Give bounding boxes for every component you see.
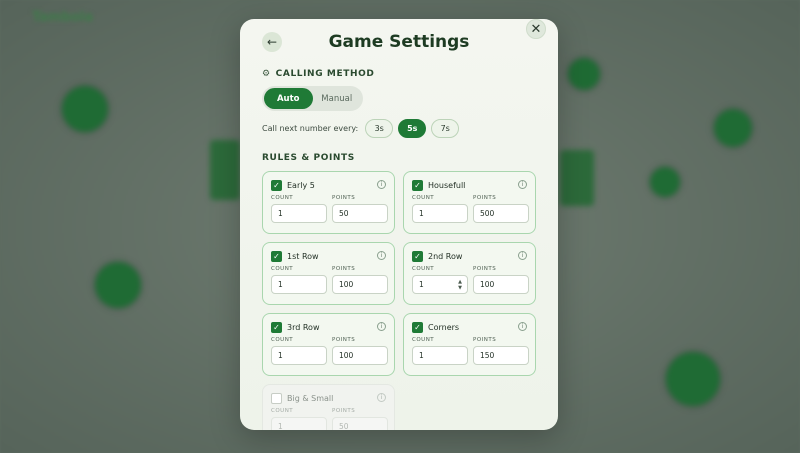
rule-card-2nd-row: ✓ 2nd Row i COUNT 1 ▲ ▼ POINTS 100 <box>403 242 536 305</box>
rule-name: 3rd Row <box>287 322 320 332</box>
rule-card-1st-row: ✓ 1st Row i COUNT 1 POINTS 100 <box>262 242 395 305</box>
count-input[interactable]: 1 ▲ ▼ <box>412 275 468 294</box>
background-ball <box>568 58 600 90</box>
points-input[interactable]: 100 <box>332 275 388 294</box>
background-ball <box>95 262 141 308</box>
rule-checkbox[interactable]: ✓ <box>412 250 423 262</box>
rule-card-early-5: ✓ Early 5 i COUNT 1 POINTS 50 <box>262 171 395 234</box>
rule-name: Big & Small <box>287 393 334 403</box>
points-label: POINTS <box>332 408 356 414</box>
background-ball <box>62 86 108 132</box>
points-label: POINTS <box>332 266 356 272</box>
calling-mode-toggle: Auto Manual <box>262 86 363 111</box>
check-icon: ✓ <box>414 322 421 332</box>
interval-3s-button[interactable]: 3s <box>365 119 394 138</box>
rule-checkbox[interactable]: ✓ <box>412 321 423 333</box>
count-label: COUNT <box>271 266 294 272</box>
background-ball <box>714 109 752 147</box>
background-letter-shape <box>210 140 240 200</box>
rule-checkbox[interactable]: ✓ <box>271 250 282 262</box>
stepper-icon[interactable]: ▲ ▼ <box>458 279 462 291</box>
rule-name: Corners <box>428 322 460 332</box>
points-input[interactable]: 100 <box>473 275 529 294</box>
rule-card-big-small: Big & Small i COUNT 1 POINTS 50 <box>262 384 395 430</box>
count-input[interactable]: 1 <box>271 275 327 294</box>
points-label: POINTS <box>473 195 497 201</box>
interval-7s-button[interactable]: 7s <box>431 119 460 138</box>
rules-points-label: RULES & POINTS <box>262 153 355 163</box>
info-icon[interactable]: i <box>377 393 386 402</box>
points-label: POINTS <box>473 337 497 343</box>
rule-checkbox[interactable]: ✓ <box>412 179 423 191</box>
count-input[interactable]: 1 <box>412 204 468 223</box>
mode-auto-button[interactable]: Auto <box>264 88 313 109</box>
count-input[interactable]: 1 <box>271 417 327 430</box>
check-icon: ✓ <box>273 251 280 261</box>
sliders-icon: ⚙ <box>262 69 271 79</box>
check-icon: ✓ <box>414 251 421 261</box>
count-input[interactable]: 1 <box>271 346 327 365</box>
points-input[interactable]: 50 <box>332 417 388 430</box>
interval-row: Call next number every: 3s 5s 7s <box>262 119 460 138</box>
rule-card-housefull: ✓ Housefull i COUNT 1 POINTS 500 <box>403 171 536 234</box>
count-label: COUNT <box>271 195 294 201</box>
points-input[interactable]: 150 <box>473 346 529 365</box>
count-label: COUNT <box>412 195 435 201</box>
info-icon[interactable]: i <box>377 251 386 260</box>
rule-name: Housefull <box>428 180 466 190</box>
points-input[interactable]: 500 <box>473 204 529 223</box>
background-logo: Tambola <box>32 10 93 25</box>
rule-card-3rd-row: ✓ 3rd Row i COUNT 1 POINTS 100 <box>262 313 395 376</box>
count-label: COUNT <box>271 337 294 343</box>
count-input[interactable]: 1 <box>271 204 327 223</box>
count-label: COUNT <box>412 266 435 272</box>
info-icon[interactable]: i <box>518 322 527 331</box>
rule-checkbox[interactable]: ✓ <box>271 179 282 191</box>
interval-5s-button[interactable]: 5s <box>398 119 427 138</box>
points-label: POINTS <box>473 266 497 272</box>
calling-method-label: ⚙ CALLING METHOD <box>262 69 375 79</box>
rule-name: 1st Row <box>287 251 319 261</box>
background-ball <box>666 352 720 406</box>
rule-name: Early 5 <box>287 180 315 190</box>
settings-modal: ✕ ← Game Settings ⚙ CALLING METHOD Auto … <box>240 19 558 430</box>
count-label: COUNT <box>271 408 294 414</box>
rule-card-corners: ✓ Corners i COUNT 1 POINTS 150 <box>403 313 536 376</box>
count-input[interactable]: 1 <box>412 346 468 365</box>
modal-title: Game Settings <box>328 32 470 52</box>
check-icon: ✓ <box>273 180 280 190</box>
interval-label: Call next number every: <box>262 124 359 133</box>
info-icon[interactable]: i <box>518 251 527 260</box>
points-label: POINTS <box>332 337 356 343</box>
count-label: COUNT <box>412 337 435 343</box>
points-input[interactable]: 50 <box>332 204 388 223</box>
mode-manual-button[interactable]: Manual <box>313 88 362 109</box>
info-icon[interactable]: i <box>377 322 386 331</box>
points-label: POINTS <box>332 195 356 201</box>
check-icon: ✓ <box>414 180 421 190</box>
info-icon[interactable]: i <box>518 180 527 189</box>
points-input[interactable]: 100 <box>332 346 388 365</box>
rule-name: 2nd Row <box>428 251 463 261</box>
background-ball <box>650 167 680 197</box>
rules-grid: ✓ Early 5 i COUNT 1 POINTS 50 ✓ Houseful… <box>262 171 536 430</box>
background-letter-shape <box>560 150 594 206</box>
check-icon: ✓ <box>273 322 280 332</box>
rule-checkbox[interactable]: ✓ <box>271 321 282 333</box>
rule-checkbox[interactable] <box>271 392 282 404</box>
info-icon[interactable]: i <box>377 180 386 189</box>
